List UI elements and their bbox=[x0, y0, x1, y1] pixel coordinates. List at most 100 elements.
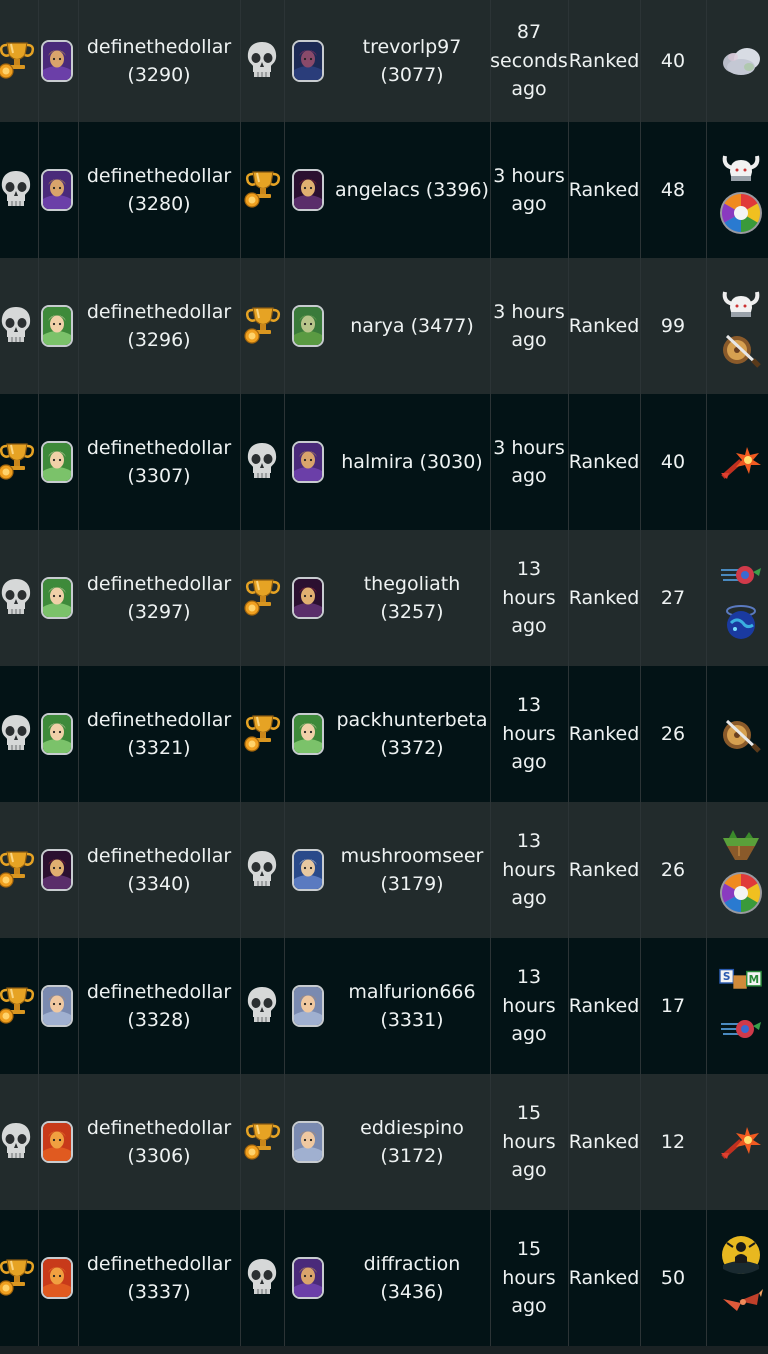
player-name[interactable]: definethedollar bbox=[87, 1253, 231, 1275]
player2-avatar[interactable] bbox=[284, 666, 332, 802]
player-name[interactable]: definethedollar bbox=[87, 301, 231, 323]
avatar-icon[interactable] bbox=[41, 849, 73, 891]
battle-time-line: ago bbox=[511, 329, 547, 351]
player-name[interactable]: thegoliath bbox=[364, 573, 461, 595]
player1-avatar[interactable] bbox=[38, 394, 76, 530]
battle-row[interactable]: definethedollar (3321) packhunterbeta (33… bbox=[0, 666, 768, 802]
avatar-icon[interactable] bbox=[41, 169, 73, 211]
player-name[interactable]: definethedollar bbox=[87, 709, 231, 731]
player1-avatar[interactable] bbox=[38, 666, 76, 802]
player-name[interactable]: narya bbox=[350, 315, 404, 337]
player-name[interactable]: definethedollar bbox=[87, 1117, 231, 1139]
avatar-icon[interactable] bbox=[41, 1257, 73, 1299]
avatar-icon[interactable] bbox=[292, 169, 324, 211]
battle-time: 3 hours ago bbox=[490, 122, 568, 258]
player-name[interactable]: trevorlp97 bbox=[363, 36, 462, 58]
player1-avatar[interactable] bbox=[38, 0, 76, 122]
broken-arrow-rule-icon[interactable] bbox=[719, 1281, 763, 1321]
player-name[interactable]: definethedollar bbox=[87, 36, 231, 58]
player1-result bbox=[0, 1074, 38, 1210]
avatar-icon[interactable] bbox=[41, 985, 73, 1027]
battle-type: Ranked bbox=[568, 1074, 640, 1210]
avatar-icon[interactable] bbox=[41, 441, 73, 483]
silhouette-rule-icon[interactable] bbox=[719, 1235, 763, 1275]
trophy-icon bbox=[0, 982, 35, 1030]
battle-row[interactable]: definethedollar (3340) mushroomseer (3179… bbox=[0, 802, 768, 938]
player1-avatar[interactable] bbox=[38, 530, 76, 666]
avatar-icon[interactable] bbox=[41, 40, 73, 82]
player2-avatar[interactable] bbox=[284, 0, 332, 122]
explosion-rule-icon[interactable] bbox=[719, 1122, 763, 1162]
avatar-icon[interactable] bbox=[292, 713, 324, 755]
player1-avatar[interactable] bbox=[38, 122, 76, 258]
player-name[interactable]: halmira bbox=[341, 451, 413, 473]
avatar-icon[interactable] bbox=[292, 1121, 324, 1163]
avatar-icon[interactable] bbox=[292, 1257, 324, 1299]
avatar-icon[interactable] bbox=[292, 985, 324, 1027]
floating-island-rule-icon[interactable] bbox=[719, 827, 763, 867]
viking-helmet-rule-icon[interactable] bbox=[719, 147, 763, 187]
color-wheel-rule-icon[interactable] bbox=[719, 872, 763, 914]
player2-avatar[interactable] bbox=[284, 394, 332, 530]
player-name[interactable]: definethedollar bbox=[87, 165, 231, 187]
player2-avatar[interactable] bbox=[284, 1210, 332, 1346]
player2-cell: narya (3477) bbox=[334, 258, 490, 394]
earth-orb-rule-icon[interactable] bbox=[719, 601, 763, 641]
battle-row[interactable]: definethedollar (3337) diffraction (3436)… bbox=[0, 1210, 768, 1346]
color-wheel-rule-icon[interactable] bbox=[719, 192, 763, 234]
viking-helmet-rule-icon[interactable] bbox=[719, 283, 763, 323]
speed-rule-icon[interactable] bbox=[719, 1009, 763, 1049]
explosion-rule-icon[interactable] bbox=[719, 442, 763, 482]
avatar-icon[interactable] bbox=[292, 40, 324, 82]
avatar-icon[interactable] bbox=[292, 305, 324, 347]
battle-time: 3 hours ago bbox=[490, 258, 568, 394]
player-name[interactable]: diffraction bbox=[364, 1253, 461, 1275]
player-name[interactable]: packhunterbeta bbox=[336, 709, 487, 731]
player-name[interactable]: eddiespino bbox=[360, 1117, 464, 1139]
trophy-icon bbox=[0, 37, 35, 85]
player1-avatar[interactable] bbox=[38, 938, 76, 1074]
mana-cap-value: 40 bbox=[660, 451, 686, 473]
avatar-icon[interactable] bbox=[292, 849, 324, 891]
player-name[interactable]: angelacs bbox=[335, 179, 420, 201]
player2-avatar[interactable] bbox=[284, 802, 332, 938]
battle-type-label: Ranked bbox=[568, 995, 640, 1017]
weapons-rule-icon[interactable] bbox=[719, 329, 763, 369]
battle-type-label: Ranked bbox=[568, 859, 640, 881]
battle-row[interactable]: definethedollar (3307) halmira (3030) 3 ho… bbox=[0, 394, 768, 530]
battle-row[interactable]: definethedollar (3290) trevorlp97 (3077) 8… bbox=[0, 0, 768, 122]
player2-avatar[interactable] bbox=[284, 530, 332, 666]
player2-avatar[interactable] bbox=[284, 938, 332, 1074]
cloud-rule-icon[interactable] bbox=[719, 41, 763, 81]
avatar-icon[interactable] bbox=[41, 577, 73, 619]
player-name[interactable]: definethedollar bbox=[87, 981, 231, 1003]
player1-avatar[interactable] bbox=[38, 802, 76, 938]
player1-avatar[interactable] bbox=[38, 1210, 76, 1346]
player-name[interactable]: mushroomseer bbox=[341, 845, 484, 867]
player2-avatar[interactable] bbox=[284, 258, 332, 394]
battle-row[interactable]: definethedollar (3306) eddiespino (3172) 1… bbox=[0, 1074, 768, 1210]
avatar-icon[interactable] bbox=[292, 441, 324, 483]
player-name[interactable]: definethedollar bbox=[87, 437, 231, 459]
player-name[interactable]: definethedollar bbox=[87, 573, 231, 595]
weapons-rule-icon[interactable] bbox=[719, 714, 763, 754]
battle-row[interactable]: definethedollar (3328) malfurion666 (3331… bbox=[0, 938, 768, 1074]
speed-rule-icon[interactable] bbox=[719, 555, 763, 595]
player2-avatar[interactable] bbox=[284, 1074, 332, 1210]
battle-type-label: Ranked bbox=[568, 723, 640, 745]
battle-row[interactable]: definethedollar (3280) angelacs (3396) 3 h… bbox=[0, 122, 768, 258]
player2-avatar[interactable] bbox=[284, 122, 332, 258]
player1-avatar[interactable] bbox=[38, 258, 76, 394]
avatar-icon[interactable] bbox=[292, 577, 324, 619]
player1-avatar[interactable] bbox=[38, 1074, 76, 1210]
avatar-icon[interactable] bbox=[41, 305, 73, 347]
player-name[interactable]: malfurion666 bbox=[348, 981, 475, 1003]
battle-time-line: hours bbox=[502, 1266, 556, 1289]
avatar-icon[interactable] bbox=[41, 713, 73, 755]
battle-row[interactable]: definethedollar (3297) thegoliath (3257) 1… bbox=[0, 530, 768, 666]
battle-row[interactable]: definethedollar (3296) narya (3477) 3 hour… bbox=[0, 258, 768, 394]
battle-time-line: 15 bbox=[516, 1102, 542, 1125]
avatar-icon[interactable] bbox=[41, 1121, 73, 1163]
letter-blocks-rule-icon[interactable]: SM bbox=[719, 963, 763, 1003]
player-name[interactable]: definethedollar bbox=[87, 845, 231, 867]
